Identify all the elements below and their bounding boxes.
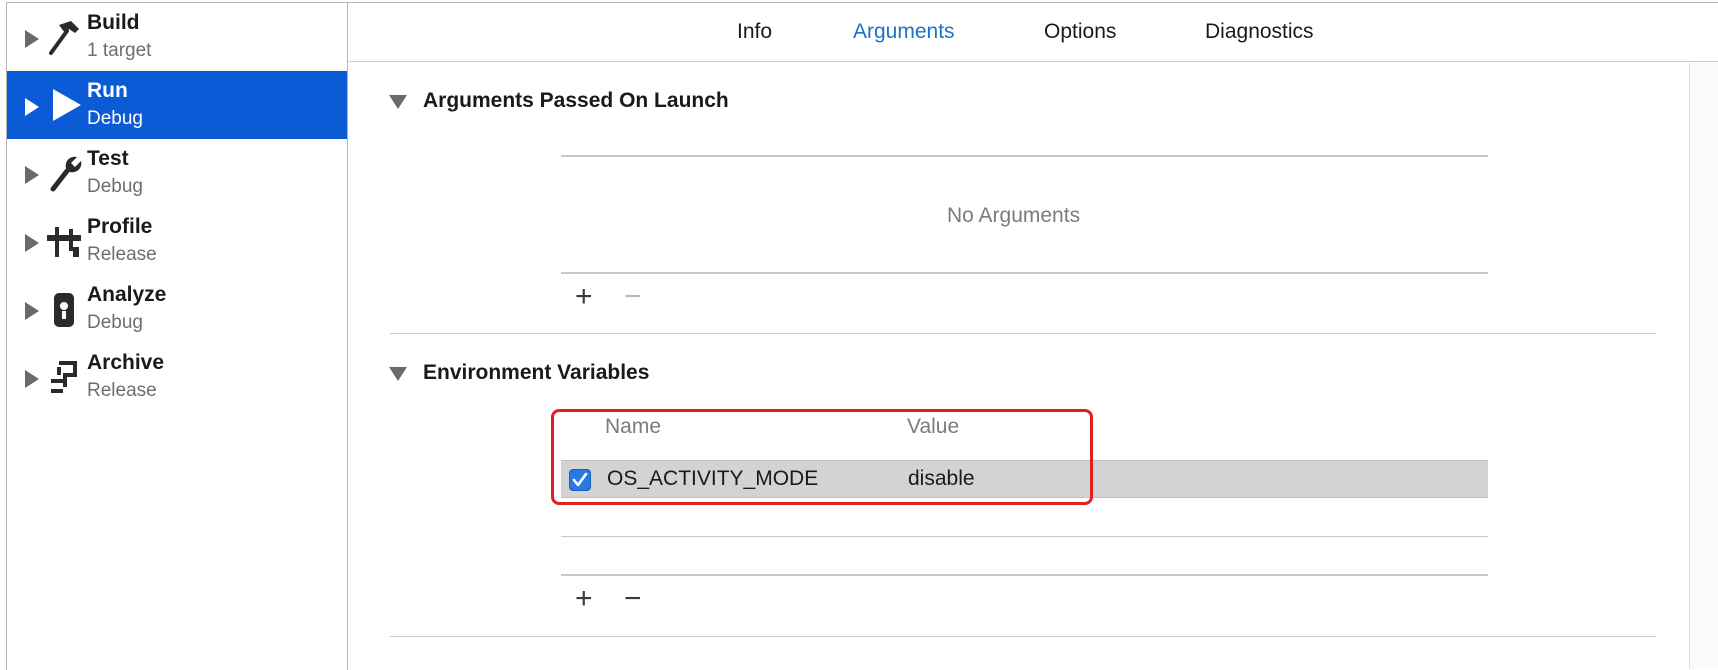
sidebar-item-title: Archive <box>87 351 165 374</box>
disclosure-triangle-icon[interactable] <box>25 302 39 320</box>
scheme-action-sidebar: Build 1 target Run Debug Test Debug Prof… <box>7 3 348 670</box>
scheme-tab-bar: Info Arguments Options Diagnostics <box>349 3 1718 62</box>
sidebar-item-subtitle: Debug <box>87 108 143 129</box>
sidebar-item-build[interactable]: Build 1 target <box>7 3 347 71</box>
add-env-variable-button[interactable]: + <box>575 584 593 614</box>
section-divider <box>390 333 1656 334</box>
section-title-arguments: Arguments Passed On Launch <box>423 89 729 112</box>
sidebar-item-profile[interactable]: Profile Release <box>7 207 347 275</box>
sidebar-item-subtitle: Debug <box>87 312 143 333</box>
sidebar-item-title: Build <box>87 11 140 34</box>
remove-argument-button[interactable]: − <box>624 282 642 312</box>
no-arguments-label: No Arguments <box>947 204 1081 227</box>
disclosure-triangle-icon[interactable] <box>25 166 39 184</box>
collapse-triangle-icon[interactable] <box>389 367 407 381</box>
sidebar-item-analyze[interactable]: Analyze Debug <box>7 275 347 343</box>
divider <box>561 574 1488 576</box>
section-divider <box>390 636 1656 637</box>
caliper-icon <box>47 227 81 257</box>
disclosure-triangle-icon[interactable] <box>25 370 39 388</box>
divider <box>561 536 1488 537</box>
sidebar-item-test[interactable]: Test Debug <box>7 139 347 207</box>
analyze-icon <box>54 293 74 327</box>
section-title-environment: Environment Variables <box>423 361 650 384</box>
sidebar-item-title: Test <box>87 147 129 170</box>
scheme-editor-window: Build 1 target Run Debug Test Debug Prof… <box>6 2 1718 670</box>
sidebar-item-title: Analyze <box>87 283 167 306</box>
wrench-icon <box>50 156 82 192</box>
collapse-triangle-icon[interactable] <box>389 95 407 109</box>
add-argument-button[interactable]: + <box>575 282 593 312</box>
sidebar-item-title: Profile <box>87 215 153 238</box>
archive-icon <box>51 361 77 393</box>
vertical-scrollbar[interactable] <box>1689 63 1718 669</box>
sidebar-item-subtitle: 1 target <box>87 40 152 61</box>
hammer-icon <box>49 21 79 55</box>
disclosure-triangle-icon[interactable] <box>25 30 39 48</box>
disclosure-triangle-icon[interactable] <box>25 234 39 252</box>
arguments-pane: Arguments Passed On Launch No Arguments … <box>349 63 1689 669</box>
tab-info[interactable]: Info <box>737 20 772 44</box>
sidebar-item-run[interactable]: Run Debug <box>7 71 347 139</box>
sidebar-item-subtitle: Debug <box>87 176 143 197</box>
annotation-highlight-box <box>551 409 1093 505</box>
divider <box>561 155 1488 157</box>
sidebar-item-subtitle: Release <box>87 380 157 401</box>
disclosure-triangle-icon[interactable] <box>25 98 39 116</box>
tab-options[interactable]: Options <box>1044 20 1116 44</box>
sidebar-item-title: Run <box>87 79 128 102</box>
sidebar-item-subtitle: Release <box>87 244 157 265</box>
play-icon <box>53 89 81 121</box>
remove-env-variable-button[interactable]: − <box>624 584 642 614</box>
tab-arguments[interactable]: Arguments <box>853 20 955 44</box>
sidebar-item-archive[interactable]: Archive Release <box>7 343 347 411</box>
tab-diagnostics[interactable]: Diagnostics <box>1205 20 1314 44</box>
divider <box>561 272 1488 274</box>
